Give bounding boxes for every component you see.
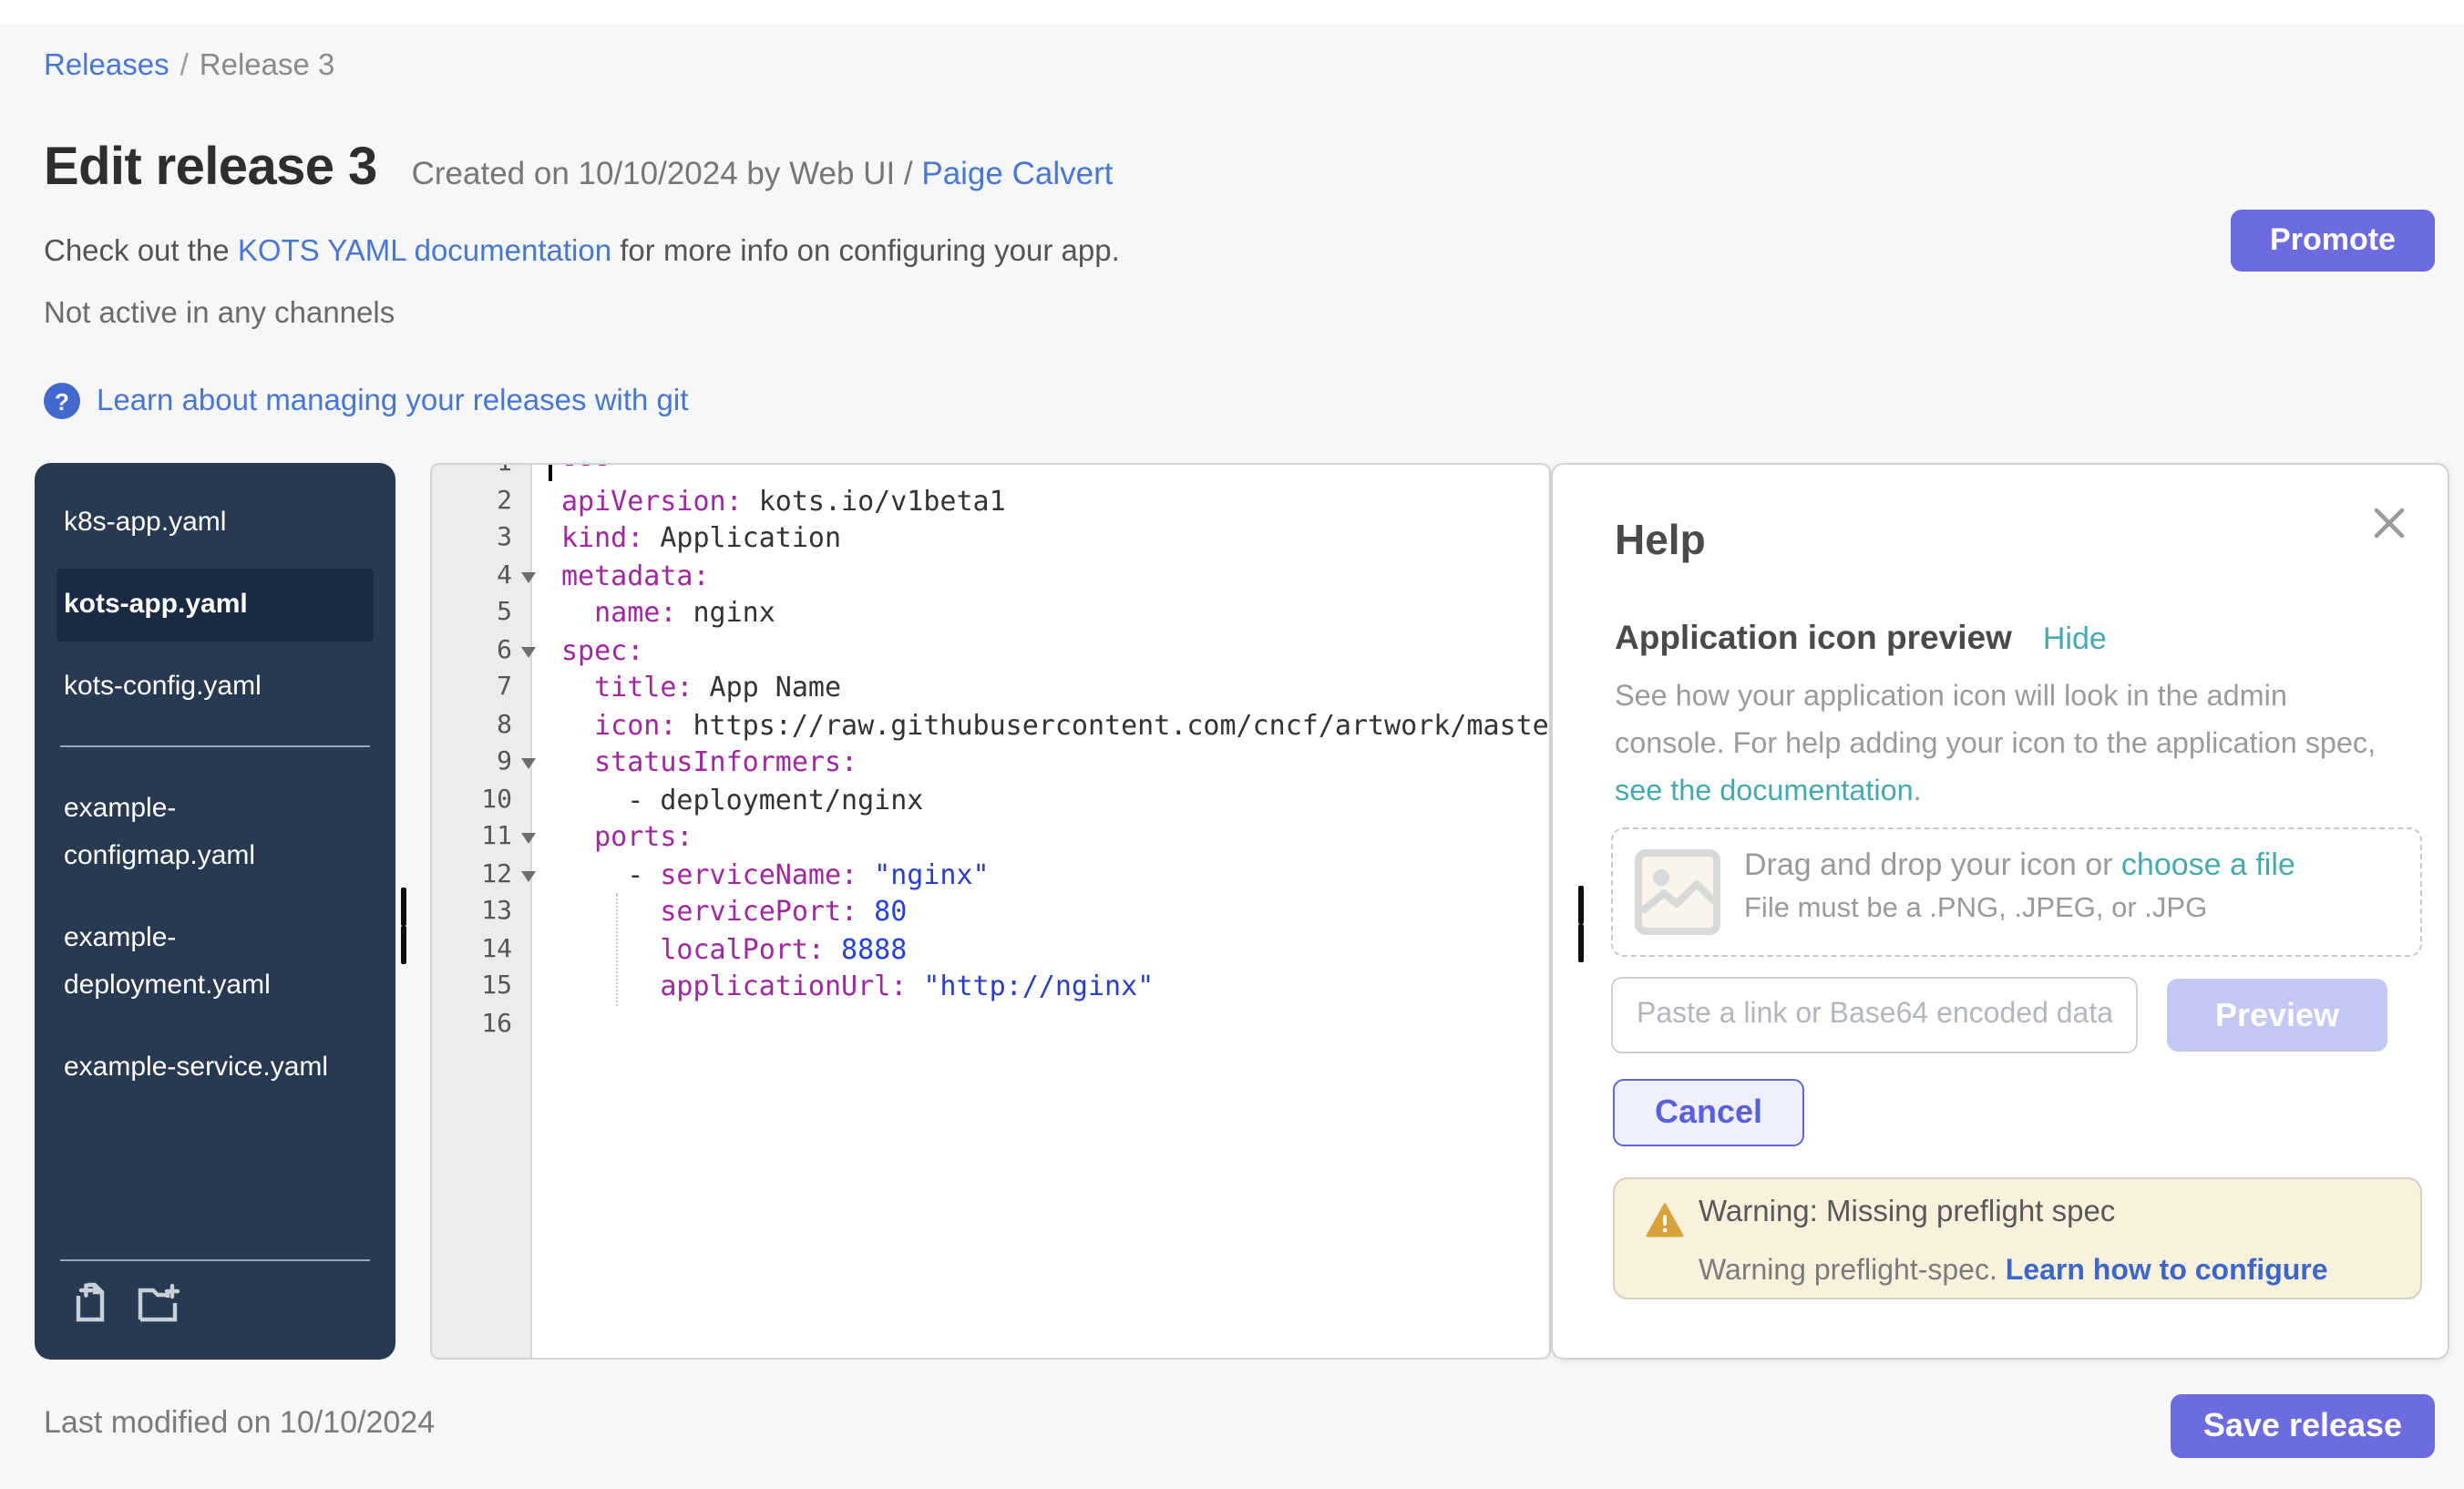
line-number: 9: [432, 744, 512, 781]
code-line: applicationUrl: "http://nginx": [543, 968, 1154, 1005]
close-icon[interactable]: [2371, 505, 2408, 541]
help-resize-handle[interactable]: [1578, 886, 1604, 924]
git-help-row: ? Learn about managing your releases wit…: [44, 383, 688, 419]
save-release-button[interactable]: Save release: [2171, 1394, 2435, 1458]
code-line: apiVersion: kots.io/v1beta1: [543, 482, 1006, 519]
page-title: Edit release 3: [44, 139, 377, 199]
page: Releases / Release 3 Edit release 3 Create…: [0, 0, 2464, 1489]
file-item-kots-app[interactable]: kots-app.yaml: [56, 569, 374, 642]
code-line: localPort: 8888: [543, 930, 907, 968]
add-folder-icon[interactable]: [137, 1281, 184, 1330]
file-item-example-deployment[interactable]: example-deployment.yaml: [56, 902, 359, 1022]
preview-button[interactable]: Preview: [2167, 979, 2387, 1052]
last-modified: Last modified on 10/10/2024: [44, 1405, 435, 1442]
code-line: title: App Name: [543, 669, 841, 706]
image-placeholder-icon: [1635, 849, 1720, 944]
warning-title: Warning: Missing preflight spec: [1699, 1196, 2115, 1230]
sidebar-footer: [56, 1259, 374, 1345]
file-item-example-configmap[interactable]: example-configmap.yaml: [56, 773, 359, 893]
help-panel: Help Application icon preview Hide See h…: [1551, 463, 2449, 1360]
code-line: ports:: [543, 818, 693, 856]
author-link[interactable]: Paige Calvert: [921, 155, 1113, 191]
hide-link[interactable]: Hide: [2043, 621, 2107, 658]
icon-preview-description: See how your application icon will look …: [1615, 673, 2426, 815]
sidebar-resize-handle[interactable]: [401, 888, 426, 926]
sidebar-divider: [60, 745, 370, 747]
line-number: 12: [432, 856, 512, 893]
code-line: - serviceName: "nginx": [543, 856, 990, 893]
created-meta: Created on 10/10/2024 by Web UI / Paige …: [412, 155, 1114, 193]
line-number: 2: [432, 482, 512, 519]
line-number: 11: [432, 818, 512, 856]
fold-arrow-icon[interactable]: [521, 571, 536, 582]
help-panel-title: Help: [1615, 516, 1706, 565]
icon-url-input[interactable]: [1611, 977, 2138, 1053]
icon-dropzone[interactable]: Drag and drop your icon or choose a file…: [1611, 827, 2422, 957]
line-number: 10: [432, 781, 512, 818]
code-line: metadata:: [543, 557, 710, 594]
file-sidebar: k8s-app.yaml kots-app.yaml kots-config.y…: [35, 463, 395, 1360]
icon-preview-title: Application icon preview: [1615, 618, 2012, 658]
line-number: 15: [432, 968, 512, 1005]
file-item-k8s-app[interactable]: k8s-app.yaml: [56, 487, 359, 560]
choose-file-link[interactable]: choose a file: [2121, 847, 2295, 882]
title-row: Edit release 3 Created on 10/10/2024 by …: [44, 139, 1113, 199]
code-line: [543, 1005, 561, 1042]
channel-status: Not active in any channels: [44, 297, 395, 332]
code-line: icon: https://raw.githubusercontent.com/…: [543, 706, 1551, 744]
line-number: 13: [432, 893, 512, 930]
doc-line: Check out the KOTS YAML documentation fo…: [44, 235, 1120, 270]
warning-icon: [1646, 1203, 1684, 1247]
breadcrumb-releases-link[interactable]: Releases: [44, 49, 169, 82]
code-line: statusInformers:: [543, 744, 857, 781]
line-number: 3: [432, 519, 512, 557]
preflight-warning-box: Warning: Missing preflight spec Warning …: [1613, 1177, 2422, 1299]
file-item-example-service[interactable]: example-service.yaml: [56, 1032, 359, 1104]
warning-detail: Warning preflight-spec. Learn how to con…: [1699, 1256, 2328, 1289]
breadcrumb-separator: /: [180, 49, 189, 82]
file-item-kots-config[interactable]: kots-config.yaml: [56, 651, 359, 724]
line-number: 4: [432, 557, 512, 594]
fold-arrow-icon[interactable]: [521, 758, 536, 769]
line-number: 14: [432, 930, 512, 968]
yaml-editor[interactable]: 1 --- 2 apiVersion: kots.io/v1beta1 3 kind:…: [430, 463, 1551, 1360]
line-number: 6: [432, 632, 512, 669]
promote-button[interactable]: Promote: [2231, 210, 2435, 272]
fold-arrow-icon[interactable]: [521, 833, 536, 844]
kots-yaml-doc-link[interactable]: KOTS YAML documentation: [238, 235, 611, 268]
code-line: - deployment/nginx: [543, 781, 923, 818]
code-line: kind: Application: [543, 519, 841, 557]
icon-preview-section-header: Application icon preview Hide: [1615, 618, 2107, 658]
code-line: name: nginx: [543, 594, 775, 632]
code-rows: 1 --- 2 apiVersion: kots.io/v1beta1 3 kind:…: [432, 463, 1549, 1042]
icon-url-row: Preview: [1611, 977, 2422, 1053]
breadcrumb: Releases / Release 3: [44, 49, 334, 84]
git-releases-link[interactable]: Learn about managing your releases with …: [97, 384, 688, 418]
add-file-icon[interactable]: [71, 1281, 113, 1330]
line-number: 7: [432, 669, 512, 706]
dropzone-text: Drag and drop your icon or choose a file…: [1744, 847, 2295, 926]
line-number: 16: [432, 1005, 512, 1042]
line-number: 1: [432, 463, 512, 482]
see-documentation-link[interactable]: see the documentation: [1615, 775, 1914, 807]
breadcrumb-current: Release 3: [200, 49, 335, 82]
top-strip: [0, 0, 2464, 24]
fold-arrow-icon[interactable]: [521, 646, 536, 657]
code-line: ---: [543, 463, 611, 482]
fold-arrow-icon[interactable]: [521, 870, 536, 881]
code-line: spec:: [543, 632, 643, 669]
line-number: 5: [432, 594, 512, 632]
code-line: servicePort: 80: [543, 893, 907, 930]
line-number: 8: [432, 706, 512, 744]
file-list: k8s-app.yaml kots-app.yaml kots-config.y…: [35, 463, 395, 1104]
learn-how-to-configure-link[interactable]: Learn how to configure: [2006, 1256, 2328, 1287]
question-icon: ?: [44, 383, 80, 419]
cancel-button[interactable]: Cancel: [1613, 1079, 1804, 1146]
sidebar-footer-divider: [60, 1259, 370, 1261]
